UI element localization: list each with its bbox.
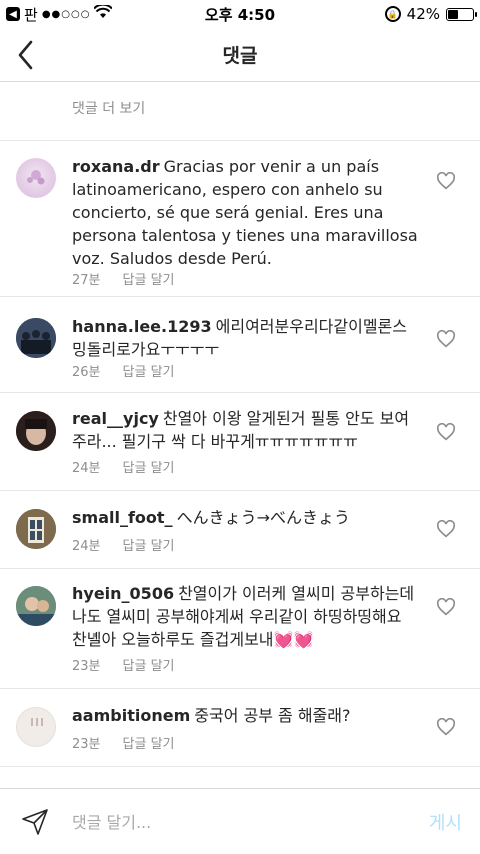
- reply-button[interactable]: 답글 달기: [123, 457, 175, 476]
- header: 댓글: [0, 28, 480, 82]
- wifi-icon: [93, 3, 114, 23]
- avatar[interactable]: [16, 158, 56, 198]
- comment-username[interactable]: small_foot_: [72, 508, 173, 527]
- comment-time: 23분: [72, 737, 101, 752]
- carrier-label: 판: [24, 5, 38, 24]
- reply-button[interactable]: 답글 달기: [123, 535, 175, 554]
- heart-icon[interactable]: [436, 330, 456, 348]
- comment-time: 26분: [72, 365, 101, 380]
- send-icon[interactable]: [20, 807, 50, 837]
- reply-button[interactable]: 답글 달기: [123, 655, 175, 674]
- comment-composer: 게시: [0, 788, 480, 854]
- comment-input[interactable]: [72, 809, 402, 835]
- comment-username[interactable]: hyein_0506: [72, 584, 174, 603]
- comment-time: 27분: [72, 273, 101, 288]
- load-more-comments-link[interactable]: 댓글 더 보기: [72, 98, 145, 118]
- reply-button[interactable]: 답글 달기: [123, 733, 175, 752]
- comment-username[interactable]: aambitionem: [72, 706, 190, 725]
- comment-username[interactable]: hanna.lee.1293: [72, 317, 212, 336]
- comment-time: 23분: [72, 659, 101, 674]
- heart-icon[interactable]: [436, 718, 456, 736]
- page-title: 댓글: [222, 45, 258, 67]
- comment-username[interactable]: roxana.dr: [72, 157, 160, 176]
- signal-strength-icon: ●●○○○: [41, 8, 91, 20]
- avatar[interactable]: [16, 509, 56, 549]
- post-button[interactable]: 게시: [429, 809, 462, 835]
- status-bar: ◀ 판 ●●○○○ 오후 4:50 🔒 42%: [0, 0, 480, 28]
- divider: [0, 568, 480, 569]
- divider: [0, 490, 480, 491]
- divider: [0, 296, 480, 297]
- divider: [0, 766, 480, 767]
- heart-icon[interactable]: [436, 520, 456, 538]
- heart-icon[interactable]: [436, 423, 456, 441]
- comment-text: へんきょう→べんきょう: [176, 508, 350, 527]
- comment-text: 중국어 공부 좀 해줄래?: [194, 706, 351, 725]
- back-icon[interactable]: [14, 38, 38, 72]
- reply-button[interactable]: 답글 달기: [123, 269, 175, 288]
- avatar[interactable]: [16, 586, 56, 626]
- reply-button[interactable]: 답글 달기: [123, 361, 175, 380]
- avatar[interactable]: [16, 707, 56, 747]
- comment-username[interactable]: real__yjcy: [72, 409, 159, 428]
- comment-time: 24분: [72, 539, 101, 554]
- battery-percent: 42%: [406, 5, 440, 23]
- avatar[interactable]: [16, 318, 56, 358]
- heart-icon[interactable]: [436, 172, 456, 190]
- divider: [0, 140, 480, 141]
- back-to-app-icon[interactable]: ◀: [6, 7, 20, 21]
- rotation-lock-icon: 🔒: [384, 6, 401, 22]
- divider: [0, 688, 480, 689]
- comment-time: 24분: [72, 461, 101, 476]
- avatar[interactable]: [16, 411, 56, 451]
- divider: [0, 392, 480, 393]
- heart-icon[interactable]: [436, 598, 456, 616]
- battery-icon: [446, 7, 477, 21]
